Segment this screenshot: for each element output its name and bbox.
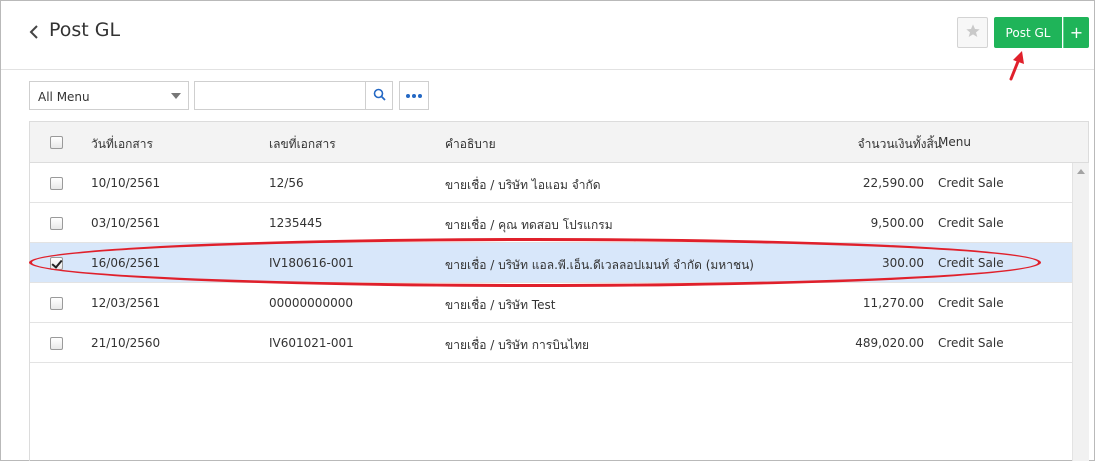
gl-table: วันที่เอกสาร เลขที่เอกสาร คำอธิบาย จำนวน… xyxy=(29,121,1089,461)
row-description: ขายเชื่อ / บริษัท Test xyxy=(445,298,556,312)
row-checkbox[interactable] xyxy=(50,217,63,230)
row-date: 16/06/2561 xyxy=(91,256,161,270)
red-arrow-annotation xyxy=(1001,49,1031,83)
table-row[interactable]: 03/10/2561 1235445 ขายเชื่อ / คุณ ทดสอบ … xyxy=(30,203,1072,243)
menu-filter-select[interactable]: All Menu xyxy=(29,81,189,110)
select-all-checkbox[interactable] xyxy=(50,136,63,149)
row-menu: Credit Sale xyxy=(938,336,1004,350)
row-amount: 300.00 xyxy=(882,256,924,270)
add-button[interactable]: + xyxy=(1063,17,1089,48)
row-menu: Credit Sale xyxy=(938,216,1004,230)
row-menu: Credit Sale xyxy=(938,256,1004,270)
row-amount: 11,270.00 xyxy=(862,296,924,310)
column-header-doc-no[interactable]: เลขที่เอกสาร xyxy=(269,135,336,154)
row-menu: Credit Sale xyxy=(938,296,1004,310)
row-menu: Credit Sale xyxy=(938,176,1004,190)
row-checkbox-checked[interactable] xyxy=(50,257,63,270)
row-amount: 9,500.00 xyxy=(870,216,924,230)
search-box xyxy=(194,81,393,110)
vertical-scrollbar[interactable] xyxy=(1072,163,1089,461)
post-gl-button[interactable]: Post GL xyxy=(994,17,1062,48)
scroll-up-arrow-icon[interactable] xyxy=(1077,169,1085,174)
search-icon xyxy=(373,86,386,105)
table-row[interactable]: 21/10/2560 IV601021-001 ขายเชื่อ / บริษั… xyxy=(30,323,1072,363)
row-description: ขายเชื่อ / บริษัท การบินไทย xyxy=(445,338,590,352)
row-date: 12/03/2561 xyxy=(91,296,161,310)
dot-icon xyxy=(412,93,416,98)
window-frame: Post GL Post GL + All Menu วันที่เอกสาร … xyxy=(0,0,1095,461)
caret-down-icon xyxy=(171,93,181,99)
column-header-menu[interactable]: Menu xyxy=(938,135,971,149)
row-checkbox[interactable] xyxy=(50,337,63,350)
page-title: Post GL xyxy=(49,19,121,41)
row-date: 10/10/2561 xyxy=(91,176,161,190)
table-row[interactable]: 12/03/2561 00000000000 ขายเชื่อ / บริษัท… xyxy=(30,283,1072,323)
row-description: ขายเชื่อ / บริษัท ไอแอม จำกัด xyxy=(445,178,601,192)
row-doc-no: 1235445 xyxy=(269,216,323,230)
table-header: วันที่เอกสาร เลขที่เอกสาร คำอธิบาย จำนวน… xyxy=(30,122,1088,163)
table-row-selected[interactable]: 16/06/2561 IV180616-001 ขายเชื่อ / บริษั… xyxy=(30,243,1072,283)
menu-filter-value: All Menu xyxy=(38,90,90,104)
row-doc-no: 00000000000 xyxy=(269,296,353,310)
search-input[interactable] xyxy=(195,82,365,109)
dot-icon xyxy=(406,93,410,98)
row-doc-no: IV601021-001 xyxy=(269,336,354,350)
search-button[interactable] xyxy=(365,82,393,109)
row-date: 03/10/2561 xyxy=(91,216,161,230)
column-header-description[interactable]: คำอธิบาย xyxy=(445,135,496,154)
row-checkbox[interactable] xyxy=(50,297,63,310)
more-options-button[interactable] xyxy=(399,81,429,110)
back-chevron-icon[interactable] xyxy=(27,21,43,43)
table-row[interactable]: 10/10/2561 12/56 ขายเชื่อ / บริษัท ไอแอม… xyxy=(30,163,1072,203)
row-doc-no: IV180616-001 xyxy=(269,256,354,270)
row-doc-no: 12/56 xyxy=(269,176,304,190)
star-icon xyxy=(965,23,981,43)
column-header-amount[interactable]: จำนวนเงินทั้งสิ้น xyxy=(858,135,942,154)
row-checkbox[interactable] xyxy=(50,177,63,190)
row-date: 21/10/2560 xyxy=(91,336,161,350)
row-amount: 22,590.00 xyxy=(862,176,924,190)
row-amount: 489,020.00 xyxy=(855,336,924,350)
page-header: Post GL Post GL + xyxy=(1,1,1094,81)
row-description: ขายเชื่อ / บริษัท แอล.พี.เอ็น.ดีเวลลอปเม… xyxy=(445,258,754,272)
column-header-date[interactable]: วันที่เอกสาร xyxy=(91,135,153,154)
favorite-button[interactable] xyxy=(957,17,988,48)
dot-icon xyxy=(418,93,422,98)
row-description: ขายเชื่อ / คุณ ทดสอบ โปรแกรม xyxy=(445,218,613,232)
